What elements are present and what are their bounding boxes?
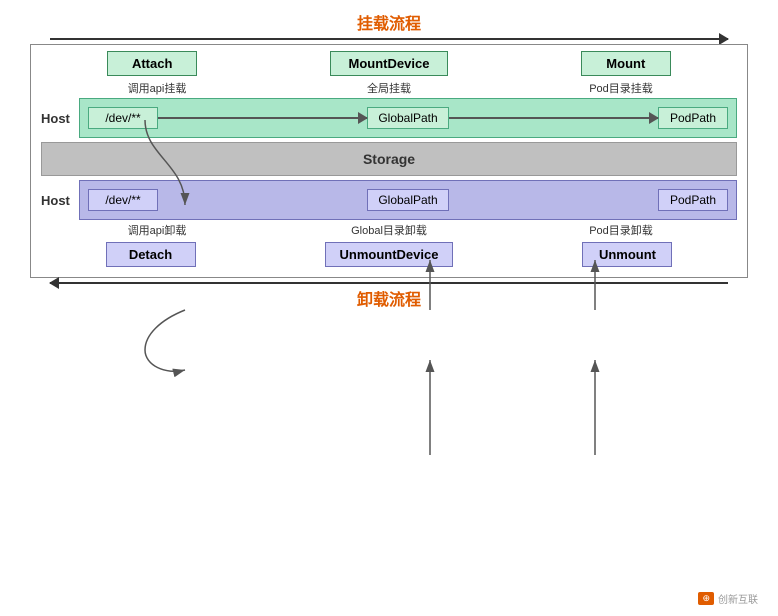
top-label-row: 调用api挂载 全局挂载 Pod目录挂载 xyxy=(41,80,737,96)
attach-label: 调用api挂载 xyxy=(41,80,273,96)
page-container: 挂载流程 Attach MountDevice Mount 调用api挂载 全局… xyxy=(0,0,778,616)
top-action-row: Attach MountDevice Mount xyxy=(41,51,737,76)
bottom-title: 卸载流程 xyxy=(20,286,758,310)
storage-bar: Storage xyxy=(41,142,737,176)
global-path-green: GlobalPath xyxy=(367,107,448,129)
bottom-label-row: 调用api卸载 Global目录卸载 Pod目录卸载 xyxy=(41,222,737,238)
top-arrow-line xyxy=(50,38,728,40)
mount-button[interactable]: Mount xyxy=(581,51,671,76)
host-label-green: Host xyxy=(41,111,79,126)
top-arrow xyxy=(50,38,728,40)
unmount-device-button[interactable]: UnmountDevice xyxy=(325,242,454,267)
unmount-button[interactable]: Unmount xyxy=(582,242,672,267)
host-bar-green: /dev/** GlobalPath PodPath xyxy=(79,98,737,138)
global-path-blue: GlobalPath xyxy=(367,189,448,211)
watermark-text: 创新互联 xyxy=(718,591,758,606)
arrow-dev-blue-to-green xyxy=(145,310,185,371)
detach-label: 调用api卸载 xyxy=(41,222,273,238)
unmount-device-label: Global目录卸载 xyxy=(273,222,505,238)
bottom-action-row: Detach UnmountDevice Unmount xyxy=(41,242,737,267)
mount-label: Pod目录挂载 xyxy=(505,80,737,96)
dev-path-green: /dev/** xyxy=(88,107,158,129)
detach-button[interactable]: Detach xyxy=(106,242,196,267)
dev-path-blue: /dev/** xyxy=(88,189,158,211)
host-blue-section: Host /dev/** GlobalPath PodPath xyxy=(41,180,737,220)
unmount-label: Pod目录卸载 xyxy=(505,222,737,238)
pod-path-green: PodPath xyxy=(658,107,728,129)
mount-device-button[interactable]: MountDevice xyxy=(330,51,449,76)
top-title: 挂载流程 xyxy=(20,10,758,34)
pod-path-blue: PodPath xyxy=(658,189,728,211)
arrow-dev-to-global-green xyxy=(158,117,367,119)
bottom-arrow-line xyxy=(50,282,728,284)
watermark: ⊕ 创新互联 xyxy=(698,591,758,606)
host-bar-blue: /dev/** GlobalPath PodPath xyxy=(79,180,737,220)
host-label-blue: Host xyxy=(41,193,79,208)
mount-device-label: 全局挂载 xyxy=(273,80,505,96)
host-green-section: Host /dev/** GlobalPath PodPath xyxy=(41,98,737,138)
diagram-box: Attach MountDevice Mount 调用api挂载 全局挂载 Po… xyxy=(30,44,748,278)
arrow-global-to-pod-green xyxy=(449,117,658,119)
attach-button[interactable]: Attach xyxy=(107,51,197,76)
watermark-logo: ⊕ xyxy=(698,592,714,605)
bottom-arrow xyxy=(50,282,728,284)
